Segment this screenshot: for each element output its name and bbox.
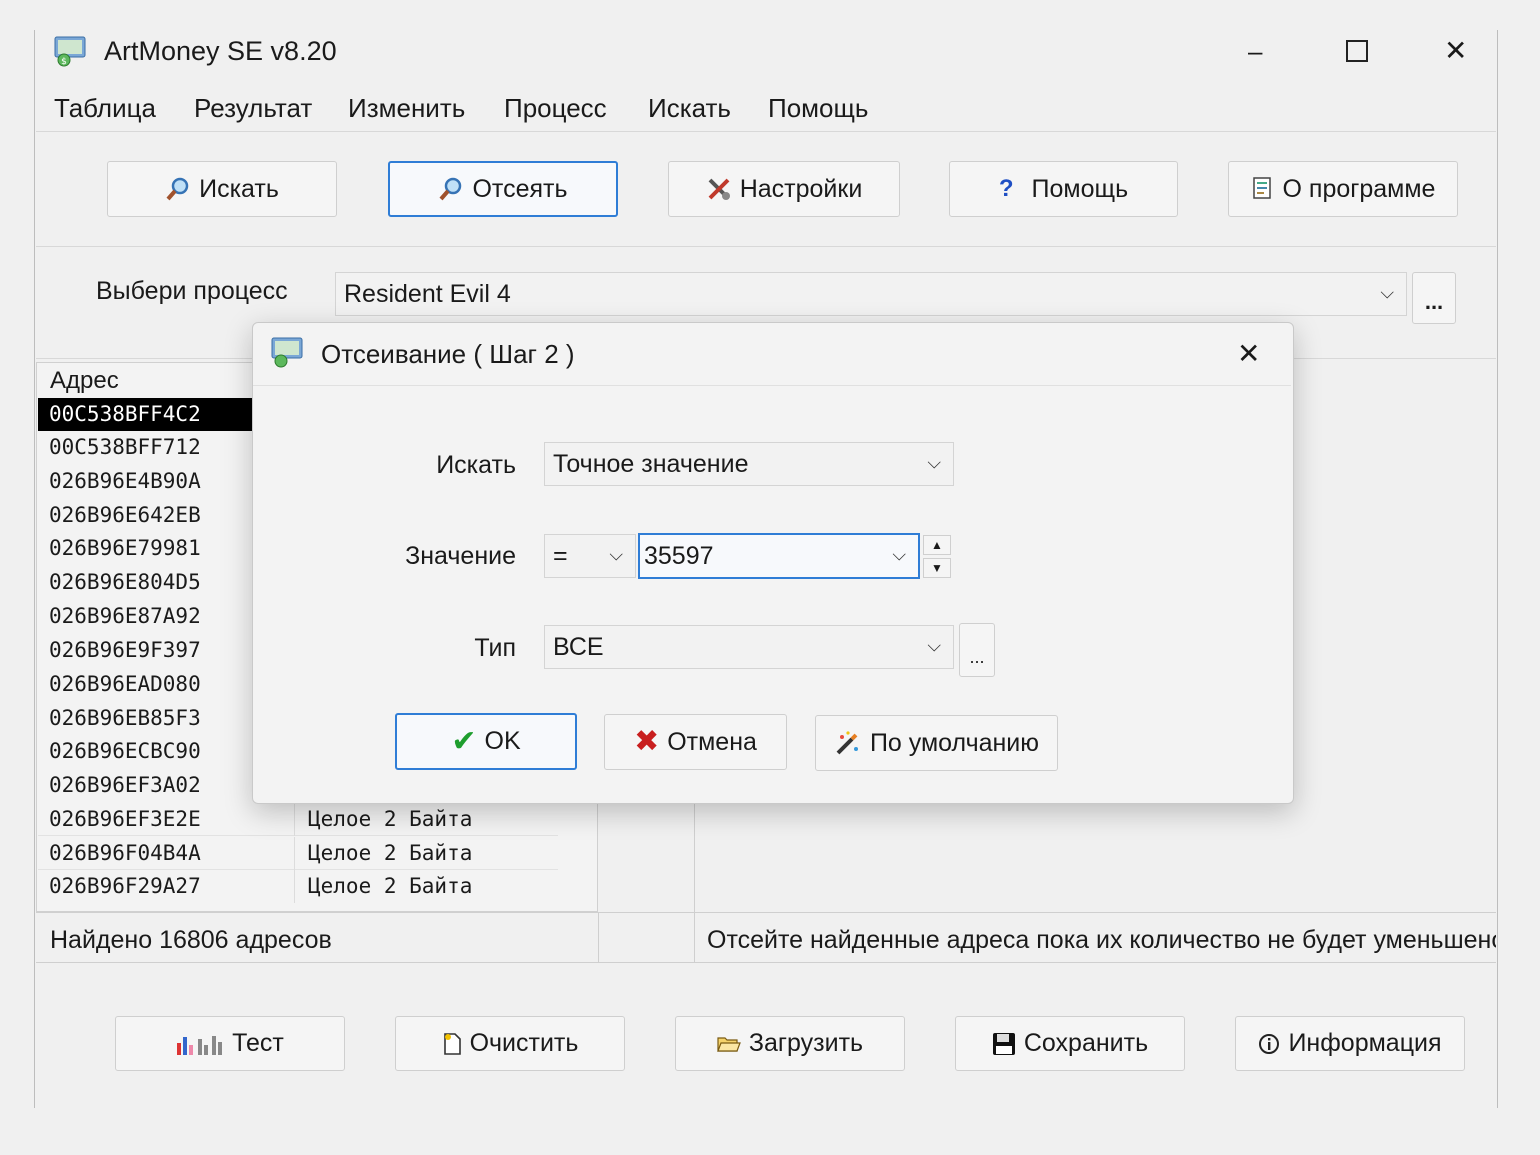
value-decrement-button[interactable]: ▼: [923, 558, 951, 578]
process-label: Выбери процесс: [96, 277, 288, 305]
menu-result[interactable]: Результат: [194, 93, 312, 124]
menu-divider: [36, 131, 1496, 132]
toolbar-divider: [36, 246, 1496, 247]
search-mode-select[interactable]: Точное значение ⌵: [544, 442, 954, 486]
process-select[interactable]: Resident Evil 4 ⌵: [335, 272, 1407, 316]
test-button[interactable]: Тест: [115, 1016, 345, 1071]
table-row[interactable]: 026B96E9F397: [38, 634, 252, 667]
value-input[interactable]: 35597 ⌵: [638, 533, 920, 579]
status-found: Найдено 16806 адресов: [50, 926, 332, 954]
chevron-down-icon: ⌵: [927, 635, 941, 656]
value-increment-button[interactable]: ▲: [923, 535, 951, 555]
table-row[interactable]: 026B96EB85F3: [38, 702, 252, 735]
chevron-down-icon: ⌵: [892, 544, 906, 565]
cancel-button[interactable]: ✖ Отмена: [604, 714, 787, 770]
process-value: Resident Evil 4: [344, 279, 511, 308]
search-button[interactable]: Искать: [107, 161, 337, 217]
dialog-app-icon: [269, 335, 307, 369]
filter-dialog: Отсеивание ( Шаг 2 ) ✕ Искать Точное зна…: [252, 322, 1294, 804]
table-row[interactable]: 026B96F04B4A Целое 2 Байта: [38, 837, 558, 870]
window-title: ArtMoney SE v8.20: [104, 36, 337, 66]
document-icon: [1251, 176, 1275, 202]
search-mode-label: Искать: [436, 451, 516, 479]
clear-button-label: Очистить: [469, 1029, 579, 1057]
info-button-label: Информация: [1288, 1029, 1442, 1057]
table-row[interactable]: 026B96E642EB: [38, 499, 252, 532]
table-row[interactable]: 026B96ECBC90: [38, 735, 252, 768]
type-more-button[interactable]: ...: [959, 623, 995, 677]
table-row[interactable]: 00C538BFF712: [38, 431, 252, 464]
filter-button[interactable]: Отсеять: [388, 161, 618, 217]
chevron-down-icon: ⌵: [1380, 282, 1394, 303]
folder-open-icon: [717, 1034, 741, 1054]
table-row[interactable]: 026B96E87A92: [38, 600, 252, 633]
table-row[interactable]: 026B96E4B90A: [38, 465, 252, 498]
status-separator: [598, 912, 599, 962]
cross-icon: ✖: [634, 725, 660, 758]
info-button[interactable]: Информация: [1235, 1016, 1465, 1071]
menu-process[interactable]: Процесс: [504, 93, 607, 124]
info-icon: [1258, 1033, 1280, 1055]
status-separator: [694, 912, 695, 962]
chevron-down-icon: ⌵: [609, 544, 623, 565]
save-button[interactable]: Сохранить: [955, 1016, 1185, 1071]
address-column-header[interactable]: Адрес: [50, 367, 119, 395]
dialog-close-button[interactable]: ✕: [1237, 337, 1260, 370]
clear-button[interactable]: Очистить: [395, 1016, 625, 1071]
menu-edit[interactable]: Изменить: [348, 93, 465, 124]
dialog-title-divider: [253, 385, 1291, 386]
menu-search[interactable]: Искать: [648, 93, 731, 124]
help-button-label: Помощь: [1031, 174, 1129, 203]
process-browse-button[interactable]: ...: [1412, 272, 1456, 324]
table-row[interactable]: 026B96EAD080: [38, 668, 252, 701]
tools-icon: [706, 176, 732, 202]
magnifier-icon: [438, 176, 464, 202]
ok-button[interactable]: ✔ OK: [395, 713, 577, 770]
chevron-down-icon: ⌵: [927, 452, 941, 473]
app-icon: $: [52, 34, 90, 68]
status-hint: Отсейте найденные адреса пока их количес…: [707, 926, 1496, 954]
menu-help[interactable]: Помощь: [768, 93, 868, 124]
settings-button[interactable]: Настройки: [668, 161, 900, 217]
filter-button-label: Отсеять: [472, 174, 568, 203]
close-button[interactable]: ✕: [1444, 34, 1467, 67]
dialog-title: Отсеивание ( Шаг 2 ): [321, 339, 575, 369]
load-button[interactable]: Загрузить: [675, 1016, 905, 1071]
type-label: Тип: [474, 634, 516, 662]
operator-select[interactable]: = ⌵: [544, 534, 636, 578]
magnifier-icon: [165, 176, 191, 202]
minimize-button[interactable]: –: [1248, 36, 1276, 66]
maximize-button[interactable]: [1346, 40, 1368, 62]
test-button-label: Тест: [232, 1029, 284, 1057]
about-button[interactable]: О программе: [1228, 161, 1458, 217]
table-row[interactable]: 026B96EF3A02: [38, 769, 252, 802]
help-button[interactable]: ? Помощь: [949, 161, 1178, 217]
settings-button-label: Настройки: [739, 174, 863, 203]
table-row[interactable]: 00C538BFF4C2: [38, 398, 252, 431]
new-document-icon: [442, 1032, 462, 1056]
table-row[interactable]: 026B96E804D5: [38, 566, 252, 599]
table-row[interactable]: 026B96F29A27 Целое 2 Байта: [38, 870, 558, 903]
status-bottom-divider: [36, 962, 1496, 963]
search-button-label: Искать: [199, 174, 279, 203]
status-top-divider: [36, 912, 1496, 913]
value-label: Значение: [405, 542, 516, 570]
table-row[interactable]: 026B96E79981: [38, 532, 252, 565]
save-button-label: Сохранить: [1023, 1029, 1149, 1057]
about-button-label: О программе: [1282, 174, 1436, 203]
checkmark-icon: ✔: [451, 724, 477, 758]
floppy-disk-icon: [992, 1032, 1016, 1056]
bar-chart-icon: [176, 1033, 224, 1055]
default-button[interactable]: По умолчанию: [815, 715, 1058, 771]
question-icon: ?: [998, 175, 1014, 202]
menu-table[interactable]: Таблица: [54, 93, 156, 124]
magic-wand-icon: [834, 729, 862, 757]
svg-text:$: $: [61, 57, 67, 67]
type-select[interactable]: ВСЕ ⌵: [544, 625, 954, 669]
load-button-label: Загрузить: [748, 1029, 864, 1057]
table-row[interactable]: 026B96EF3E2E Целое 2 Байта: [38, 803, 558, 836]
